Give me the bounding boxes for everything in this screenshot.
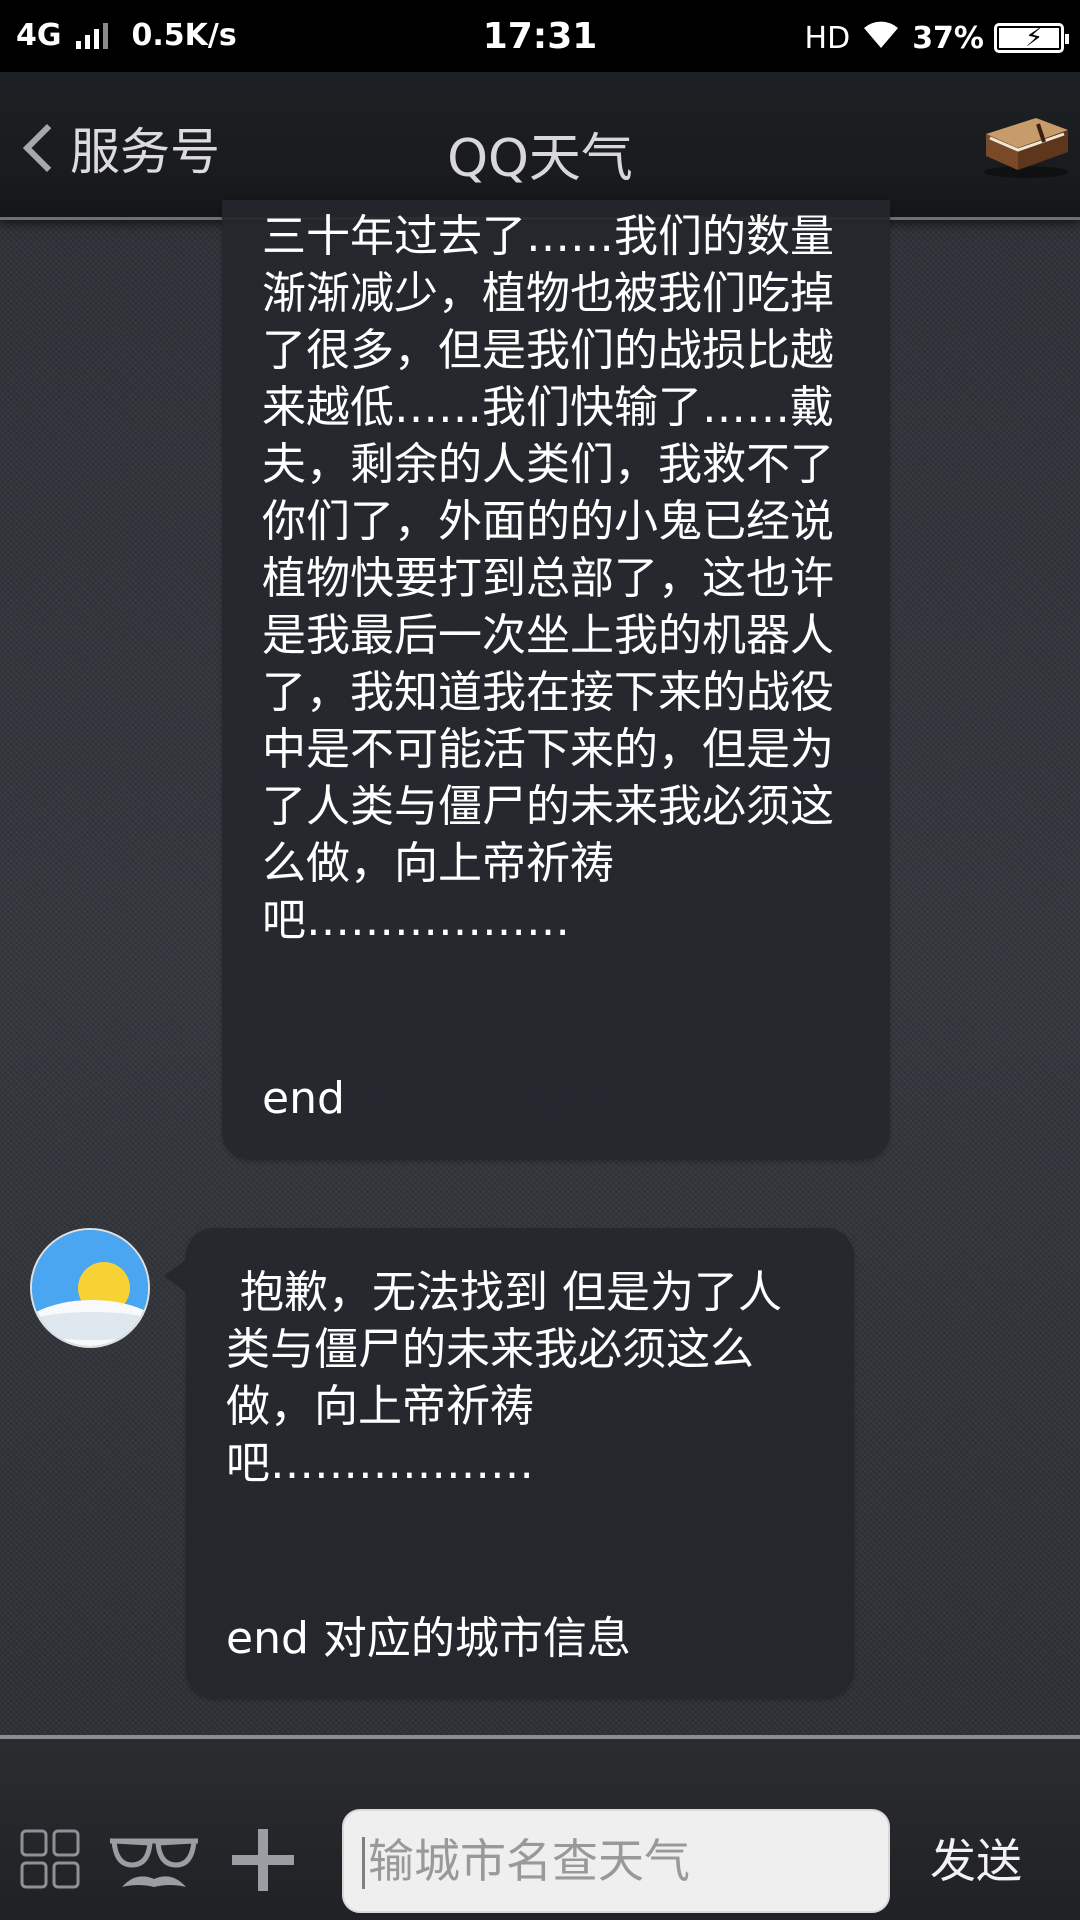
- message-text: 三十年过去了……我们的数量渐渐减少，植物也被我们吃掉了很多，但是我们的战损比越来…: [262, 211, 834, 946]
- book-icon[interactable]: [978, 112, 1072, 180]
- text-cursor: [362, 1837, 365, 1889]
- send-button[interactable]: 发送: [930, 1825, 1022, 1891]
- sun-avatar-icon[interactable]: [30, 1228, 150, 1348]
- grid-icon[interactable]: [20, 1829, 80, 1889]
- message-text: 抱歉，无法找到 但是为了人类与僵尸的未来我必须这么做，向上帝祈祷吧………………: [226, 1267, 782, 1489]
- message-tail-text: end: [262, 1073, 345, 1124]
- input-placeholder: 输城市名查天气: [368, 1834, 690, 1888]
- message-tail-text: end 对应的城市信息: [226, 1613, 631, 1664]
- page-title: QQ天气: [447, 129, 633, 189]
- plus-icon[interactable]: [230, 1827, 296, 1893]
- wifi-icon: [860, 18, 902, 58]
- chat-screen: 4G 0.5K/s 17:31 HD 37% ⚡ 服务号 QQ天气 三十年过去了…: [0, 0, 1080, 1920]
- title-bar: 服务号 QQ天气: [0, 72, 1080, 220]
- message-bubble[interactable]: 三十年过去了……我们的数量渐渐减少，植物也被我们吃掉了很多，但是我们的战损比越来…: [222, 200, 890, 1160]
- city-search-input[interactable]: 输城市名查天气: [342, 1809, 890, 1913]
- message-bubble[interactable]: 抱歉，无法找到 但是为了人类与僵尸的未来我必须这么做，向上帝祈祷吧……………… …: [164, 1228, 854, 1698]
- composer-bar: 输城市名查天气 发送: [0, 1735, 1080, 1920]
- status-bar: 4G 0.5K/s 17:31 HD 37% ⚡: [0, 0, 1080, 72]
- hd-label: HD: [804, 20, 851, 56]
- battery-percent: 37%: [912, 20, 984, 56]
- status-right: HD 37% ⚡: [804, 18, 1069, 58]
- glasses-mustache-icon[interactable]: [108, 1831, 200, 1893]
- battery-icon: ⚡: [994, 23, 1069, 53]
